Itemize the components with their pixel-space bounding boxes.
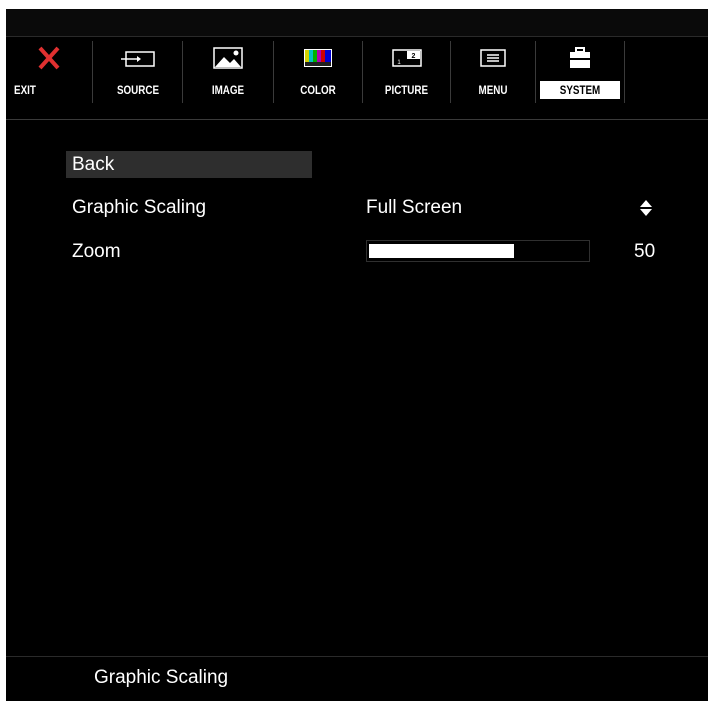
svg-text:1: 1 <box>397 60 401 66</box>
zoom-slider[interactable] <box>366 240 590 262</box>
toolbar: EXIT SOURCE IMAGE COLOR 2 1 PICTURE MENU… <box>6 37 708 121</box>
tab-picture[interactable]: 2 1 PICTURE <box>363 41 451 103</box>
zoom-label: Zoom <box>72 241 121 262</box>
graphic-scaling-label: Graphic Scaling <box>72 197 207 218</box>
tab-source[interactable]: SOURCE <box>94 41 183 103</box>
picture-in-picture-icon: 2 1 <box>363 45 450 71</box>
tab-system[interactable]: SYSTEM <box>536 41 625 103</box>
settings-menu: Back Graphic Scaling Full Screen Zoom 50 <box>6 121 708 656</box>
close-icon <box>6 45 92 71</box>
svg-text:2: 2 <box>411 53 415 60</box>
menu-item-back[interactable]: Back <box>6 151 708 179</box>
zoom-value: 50 <box>634 241 656 262</box>
up-down-arrow-icon[interactable] <box>639 198 653 218</box>
toolbox-icon <box>536 45 624 71</box>
toolbar-divider <box>6 119 708 120</box>
status-text: Graphic Scaling <box>94 667 229 688</box>
tab-image[interactable]: IMAGE <box>183 41 274 103</box>
tab-exit[interactable]: EXIT <box>6 41 93 103</box>
menu-item-graphic-scaling[interactable]: Graphic Scaling Full Screen <box>6 194 708 222</box>
tab-color-label: COLOR <box>300 83 336 97</box>
tab-source-label: SOURCE <box>116 83 160 97</box>
status-bar: Graphic Scaling <box>6 656 708 701</box>
menu-icon <box>451 45 535 71</box>
tab-menu-label: MENU <box>478 83 508 97</box>
tab-system-label: SYSTEM <box>559 83 601 97</box>
osd-menu-window: EXIT SOURCE IMAGE COLOR 2 1 PICTURE MENU… <box>6 9 708 701</box>
top-band <box>6 9 708 37</box>
tab-menu[interactable]: MENU <box>451 41 536 103</box>
image-icon <box>183 45 273 71</box>
color-bars-icon <box>274 45 362 71</box>
tab-image-label: IMAGE <box>211 83 245 97</box>
graphic-scaling-value[interactable]: Full Screen <box>366 197 462 219</box>
tab-exit-label: EXIT <box>14 83 36 97</box>
menu-item-zoom[interactable]: Zoom 50 <box>6 238 708 266</box>
tab-picture-label: PICTURE <box>384 83 429 97</box>
input-source-icon <box>94 45 182 71</box>
zoom-slider-fill <box>369 244 514 258</box>
tab-color[interactable]: COLOR <box>274 41 363 103</box>
back-label: Back <box>72 154 115 175</box>
